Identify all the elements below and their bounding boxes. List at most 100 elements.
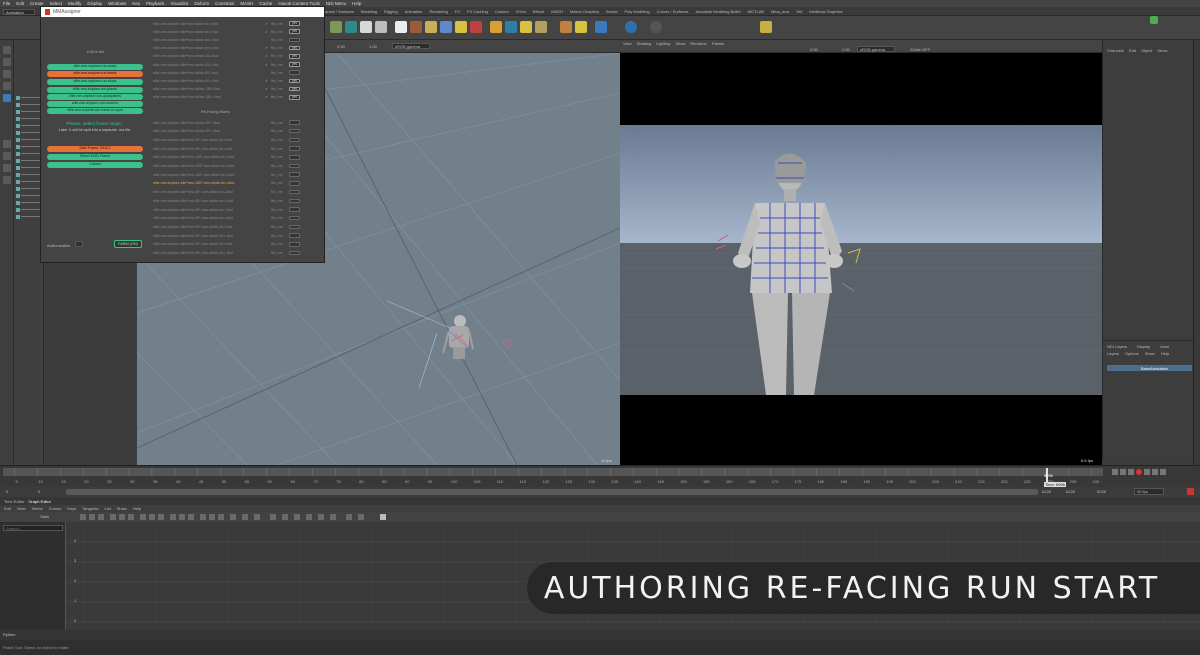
go-end-icon[interactable] xyxy=(1160,469,1166,475)
group-button[interactable]: ellie-mm-explore-run-corners xyxy=(47,101,143,107)
shelf-tool-icon[interactable] xyxy=(410,21,422,33)
graph-menu-3[interactable]: Curves xyxy=(49,506,62,511)
menu-1[interactable]: Edit xyxy=(16,1,24,6)
time-slider[interactable]: 5 10 15 20 25 30 35 40 45 50 55 60 65 70 75 80 85 90 95 100… xyxy=(0,465,1200,487)
viewport-menu-5[interactable]: Panels xyxy=(712,41,724,46)
graph-menu-5[interactable]: Tangents xyxy=(82,506,98,511)
group-button[interactable]: ellie-mm-explore-run-plants xyxy=(47,87,143,93)
layout-icon[interactable] xyxy=(3,152,11,160)
shelf-tool-icon[interactable] xyxy=(650,21,662,33)
clip-toggle[interactable] xyxy=(289,224,300,230)
clip-toggle[interactable] xyxy=(289,128,300,134)
graph-tool-icons[interactable] xyxy=(80,513,400,521)
group-button-active[interactable]: ellie-mm-explore-run-starts xyxy=(47,71,143,77)
menu-16[interactable]: Help xyxy=(352,1,361,6)
shelf-tab-7[interactable]: Custom xyxy=(493,9,511,14)
clip-toggle[interactable]: yes xyxy=(289,21,300,26)
shelf-tool-icon[interactable] xyxy=(760,21,772,33)
toolkit-icon[interactable] xyxy=(1150,16,1158,24)
shelf-tab-10[interactable]: MASH xyxy=(549,9,565,14)
lasso-tool-icon[interactable] xyxy=(3,58,11,66)
shelf-tool-icon[interactable] xyxy=(425,21,437,33)
auto-key-icon[interactable] xyxy=(1187,488,1194,495)
viewport-menu-0[interactable]: View xyxy=(623,41,632,46)
clip-toggle[interactable] xyxy=(289,233,300,238)
clip-toggle[interactable]: yes xyxy=(289,62,300,67)
shelf-tool-icon[interactable] xyxy=(575,21,587,33)
shelf-tab-11[interactable]: Motion Graphics xyxy=(568,9,601,14)
shelf-tab-9[interactable]: Bifrost xyxy=(531,9,546,14)
clip-toggle[interactable] xyxy=(289,146,300,151)
fps-select[interactable]: 30 fps xyxy=(1134,488,1164,495)
shelf-tab-17[interactable]: Mtoa_ana xyxy=(769,9,791,14)
shelf-tool-icon[interactable] xyxy=(345,21,357,33)
shelf-tool-icon[interactable] xyxy=(360,21,372,33)
range-bar[interactable] xyxy=(66,489,1038,495)
shelf-tab-5[interactable]: FX xyxy=(453,9,462,14)
graph-menu-4[interactable]: Keys xyxy=(67,506,76,511)
graph-search-input[interactable]: Search... xyxy=(3,525,63,531)
layer-menu-3[interactable]: Help xyxy=(1161,351,1169,356)
select-tool-icon[interactable] xyxy=(3,46,11,54)
command-line[interactable]: Python xyxy=(0,630,1200,640)
group-button[interactable]: ellie-mm-explore-run-quickplants xyxy=(47,94,143,100)
clip-toggle[interactable] xyxy=(289,172,300,177)
farm-button[interactable]: FARM (ON) xyxy=(114,240,142,248)
clip-toggle[interactable] xyxy=(289,163,300,169)
channel-tab-3[interactable]: Show xyxy=(1157,48,1167,53)
start-frame-button[interactable]: Start Frame: 001LC xyxy=(47,146,143,152)
shelf-tool-icon[interactable] xyxy=(595,21,607,33)
shelf-tab-0[interactable]: Curves / Surfaces xyxy=(320,9,356,14)
layout-icon[interactable] xyxy=(3,164,11,172)
shelf-tab-4[interactable]: Rendering xyxy=(427,9,449,14)
graph-menu-6[interactable]: List xyxy=(104,506,110,511)
shelf-tab-18[interactable]: Yeti xyxy=(794,9,805,14)
shelf-tool-icon[interactable] xyxy=(625,21,637,33)
channel-tab-0[interactable]: Channels xyxy=(1107,48,1124,53)
clip-toggle[interactable] xyxy=(289,198,300,204)
group-button[interactable]: ellie-mm-explore-run-turns-on-spot xyxy=(47,108,143,114)
paint-tool-icon[interactable] xyxy=(3,70,11,78)
shelf-tool-icon[interactable] xyxy=(535,21,547,33)
clip-toggle[interactable] xyxy=(289,155,300,160)
clip-toggle[interactable] xyxy=(289,181,300,186)
shelf-tool-icon[interactable] xyxy=(395,21,407,33)
clip-toggle[interactable] xyxy=(289,207,300,212)
shelf-tab-1[interactable]: Modeling xyxy=(359,9,379,14)
shelf-tool-icon[interactable] xyxy=(455,21,467,33)
clip-toggle[interactable]: yes xyxy=(289,45,300,51)
character-figure[interactable] xyxy=(442,315,474,359)
shelf-tool-icon[interactable] xyxy=(470,21,482,33)
clip-toggle[interactable] xyxy=(289,137,300,143)
shelf-tab-16[interactable]: MOTLAB xyxy=(746,9,766,14)
shelf-tool-icon[interactable] xyxy=(560,21,572,33)
clip-toggle[interactable] xyxy=(289,242,300,247)
clip-toggle[interactable] xyxy=(289,189,300,195)
shelf-tab-8[interactable]: XGen xyxy=(514,9,528,14)
layer-tab-2[interactable]: Anim xyxy=(1160,344,1169,349)
dialog-titlebar[interactable]: MMAssigner xyxy=(41,7,324,17)
shelf-tab-19[interactable]: Medieval Graphics xyxy=(807,9,844,14)
shelf-tool-icon[interactable] xyxy=(505,21,517,33)
attribute-side-tab[interactable] xyxy=(1193,40,1200,500)
layout-icon[interactable] xyxy=(3,140,11,148)
channel-tab-2[interactable]: Object xyxy=(1141,48,1153,53)
shelf-tool-icon[interactable] xyxy=(440,21,452,33)
viewport-menu-3[interactable]: Show xyxy=(675,41,685,46)
move-tool-icon[interactable] xyxy=(3,82,11,90)
graph-menu-1[interactable]: View xyxy=(17,506,26,511)
layout-icon[interactable] xyxy=(3,176,11,184)
menu-15[interactable]: NDI Menu xyxy=(326,1,346,6)
menu-0[interactable]: File xyxy=(3,1,10,6)
mode-select[interactable]: Animation xyxy=(3,9,35,15)
clip-toggle[interactable] xyxy=(289,250,300,256)
shelf-tab-15[interactable]: Autodesk Modeling Bullet xyxy=(693,9,742,14)
channel-tab-1[interactable]: Edit xyxy=(1129,48,1136,53)
color-space-select[interactable]: sRGB gamma xyxy=(857,46,895,52)
clip-toggle[interactable] xyxy=(289,215,300,221)
cancel-button[interactable]: Cancel xyxy=(47,162,143,168)
layer-menu-1[interactable]: Options xyxy=(1125,351,1139,356)
rotate-tool-icon[interactable] xyxy=(3,94,11,102)
clip-toggle[interactable]: yes xyxy=(289,29,300,34)
play-back-icon[interactable] xyxy=(1128,469,1134,475)
